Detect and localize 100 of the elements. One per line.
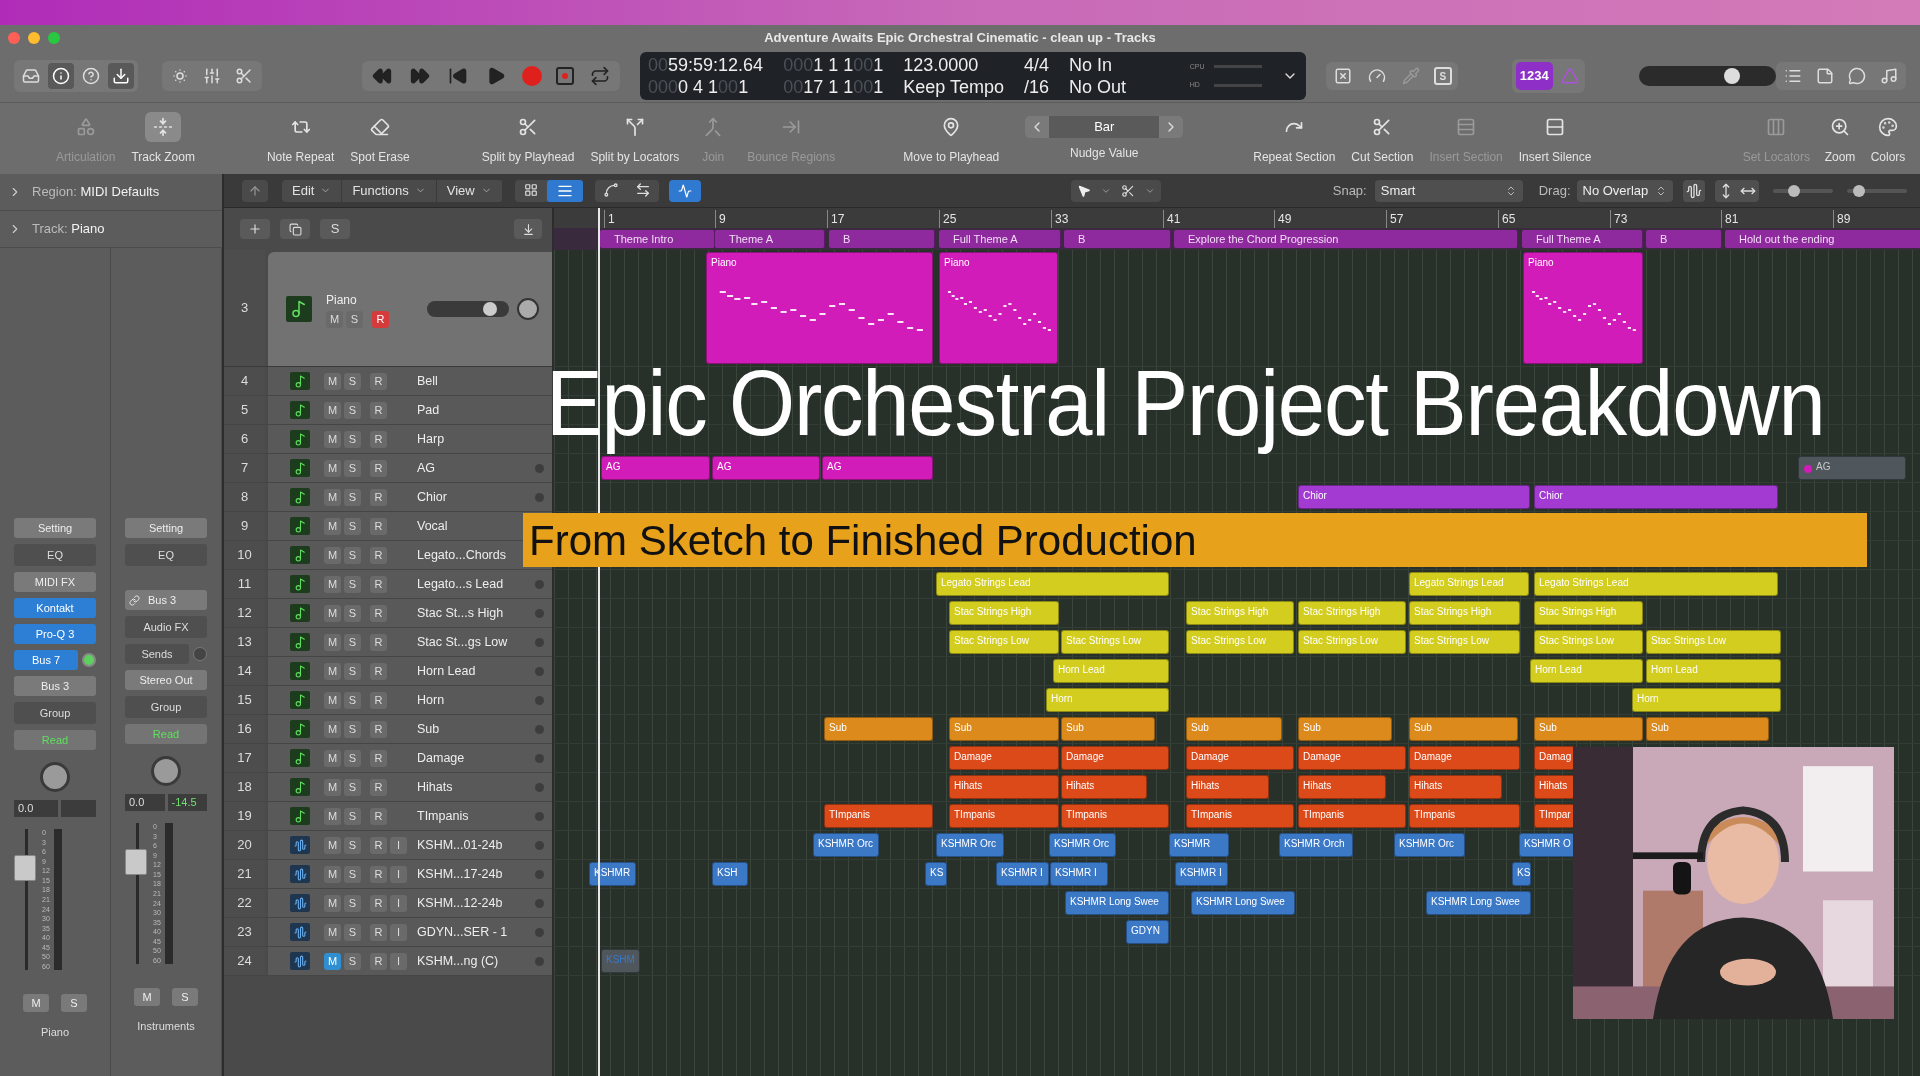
record-button[interactable]: R — [370, 459, 387, 477]
solo-button[interactable]: S — [344, 807, 361, 825]
region[interactable]: Hihats — [1298, 775, 1386, 799]
region[interactable]: Hihats — [1409, 775, 1502, 799]
mute-button[interactable]: M — [324, 952, 341, 970]
catch-button[interactable] — [668, 179, 701, 202]
arrangement-marker[interactable]: Explore the Chord Progression — [1174, 230, 1518, 248]
region[interactable]: TImpanis — [1061, 804, 1169, 828]
toolbar-label[interactable]: Move to Playhead — [903, 147, 1000, 166]
toolbar-label[interactable]: Note Repeat — [266, 147, 335, 166]
region[interactable]: TImpar — [1534, 804, 1575, 828]
drag-dropdown[interactable]: No Overlap — [1576, 179, 1673, 202]
record-button[interactable]: R — [370, 720, 387, 738]
region[interactable]: Chior — [1298, 485, 1530, 509]
mute-button[interactable]: M — [324, 720, 341, 738]
record-button[interactable]: R — [370, 894, 387, 912]
arrangement-marker[interactable]: Full Theme A — [1522, 230, 1643, 248]
mute-button[interactable]: M — [324, 662, 341, 680]
record-button[interactable]: R — [370, 575, 387, 593]
solo-button[interactable]: S — [344, 372, 361, 390]
add-track-button[interactable] — [240, 219, 270, 239]
download-icon[interactable] — [108, 63, 134, 89]
region[interactable]: Sub — [1534, 717, 1643, 741]
capture-icon[interactable] — [556, 67, 574, 85]
horizontal-arrows-icon[interactable] — [1736, 179, 1759, 202]
info-icon[interactable] — [48, 63, 74, 89]
toolbar-label[interactable]: Cut Section — [1351, 147, 1414, 166]
toolbar-label[interactable]: Track Zoom — [131, 147, 195, 166]
channel-slot[interactable]: EQ — [14, 544, 96, 566]
region[interactable]: KSHMR Long Swee — [1191, 891, 1295, 915]
duplicate-track-button[interactable] — [280, 219, 310, 239]
solo-button[interactable]: S — [344, 749, 361, 767]
record-button[interactable]: R — [370, 430, 387, 448]
region[interactable]: Sub — [1298, 717, 1392, 741]
mute-button[interactable]: M — [324, 778, 341, 796]
menu-button[interactable]: View — [436, 179, 503, 202]
region[interactable]: TImpanis — [1409, 804, 1520, 828]
input-slot[interactable]: Bus 3 — [125, 590, 207, 610]
mute-button[interactable]: M — [324, 575, 341, 593]
arrangement-marker[interactable]: B — [829, 230, 935, 248]
region[interactable]: KSHMR Orc — [936, 833, 1004, 857]
mute-button[interactable]: M — [324, 372, 341, 390]
automation-mode[interactable]: Read — [14, 730, 96, 750]
region[interactable]: KS — [925, 862, 947, 886]
solo-button[interactable]: S — [344, 923, 361, 941]
record-button[interactable]: R — [370, 662, 387, 680]
region[interactable]: KSHMR I — [1175, 862, 1228, 886]
toolbar-label[interactable]: Split by Playhead — [481, 147, 575, 166]
region[interactable]: Damage — [1186, 746, 1294, 770]
input-button[interactable]: I — [390, 923, 407, 941]
region[interactable]: KSHMR I — [1050, 862, 1108, 886]
scissors-tool-icon[interactable] — [1120, 183, 1135, 198]
record-button[interactable]: R — [370, 865, 387, 883]
menu-button[interactable]: Edit — [282, 179, 343, 202]
solo-button[interactable]: S — [344, 488, 361, 506]
region[interactable]: Piano — [1523, 252, 1643, 364]
input-button[interactable]: I — [390, 952, 407, 970]
solo-button[interactable]: S — [344, 459, 361, 477]
mute-button[interactable]: M — [324, 488, 341, 506]
zoom-slider-thumb[interactable] — [1852, 184, 1865, 197]
mute-button[interactable]: M — [324, 836, 341, 854]
region[interactable]: Hihats — [1534, 775, 1575, 799]
strip-button[interactable]: Bus 3 — [14, 676, 96, 696]
region[interactable]: Piano — [706, 252, 933, 364]
solo-button[interactable]: S — [344, 430, 361, 448]
mute-button[interactable]: M — [324, 865, 341, 883]
snap-dropdown[interactable]: Smart — [1374, 179, 1523, 202]
plugin-slot[interactable]: Kontakt — [14, 598, 96, 618]
solo-button[interactable]: S — [344, 662, 361, 680]
region[interactable]: Sub — [1061, 717, 1155, 741]
nudge-value-field[interactable]: Bar — [1049, 115, 1160, 138]
toolbar-label[interactable]: Spot Erase — [350, 147, 410, 166]
region[interactable]: Sub — [1186, 717, 1282, 741]
catch-button[interactable] — [514, 219, 542, 239]
region[interactable]: KS — [1512, 862, 1531, 886]
region[interactable]: Hihats — [949, 775, 1059, 799]
solo-button[interactable]: S — [344, 691, 361, 709]
region[interactable]: TImpanis — [1298, 804, 1406, 828]
record-button[interactable]: R — [370, 691, 387, 709]
arrangement-marker[interactable]: B — [1064, 230, 1171, 248]
mute-button[interactable]: M — [324, 401, 341, 419]
count-in-button[interactable]: 1234 — [1515, 62, 1553, 90]
region[interactable]: Sub — [1646, 717, 1769, 741]
ruler[interactable]: 1 9 17 25 33 41 49 57 65 73 81 89 — [554, 208, 1920, 228]
region[interactable]: AG — [601, 456, 710, 480]
region[interactable]: Damage — [949, 746, 1059, 770]
record-button[interactable]: R — [370, 749, 387, 767]
channel-slot[interactable]: Group — [14, 702, 96, 724]
solo-filter-button[interactable]: S — [320, 219, 350, 239]
toolbar-label[interactable]: Repeat Section — [1253, 147, 1336, 166]
waveform-zoom-icon[interactable] — [1682, 179, 1705, 202]
sends-slot[interactable]: Sends — [125, 644, 189, 664]
channel-slot[interactable]: Audio FX — [125, 616, 207, 638]
region[interactable]: KSHMR O — [1519, 833, 1575, 857]
region[interactable]: KSHMR Long Swee — [1426, 891, 1531, 915]
region[interactable]: Damage — [1061, 746, 1169, 770]
region[interactable]: Hihats — [1061, 775, 1147, 799]
mute-button[interactable]: M — [324, 923, 341, 941]
speech-bubble-icon[interactable] — [1846, 65, 1868, 87]
record-button[interactable]: R — [370, 633, 387, 651]
